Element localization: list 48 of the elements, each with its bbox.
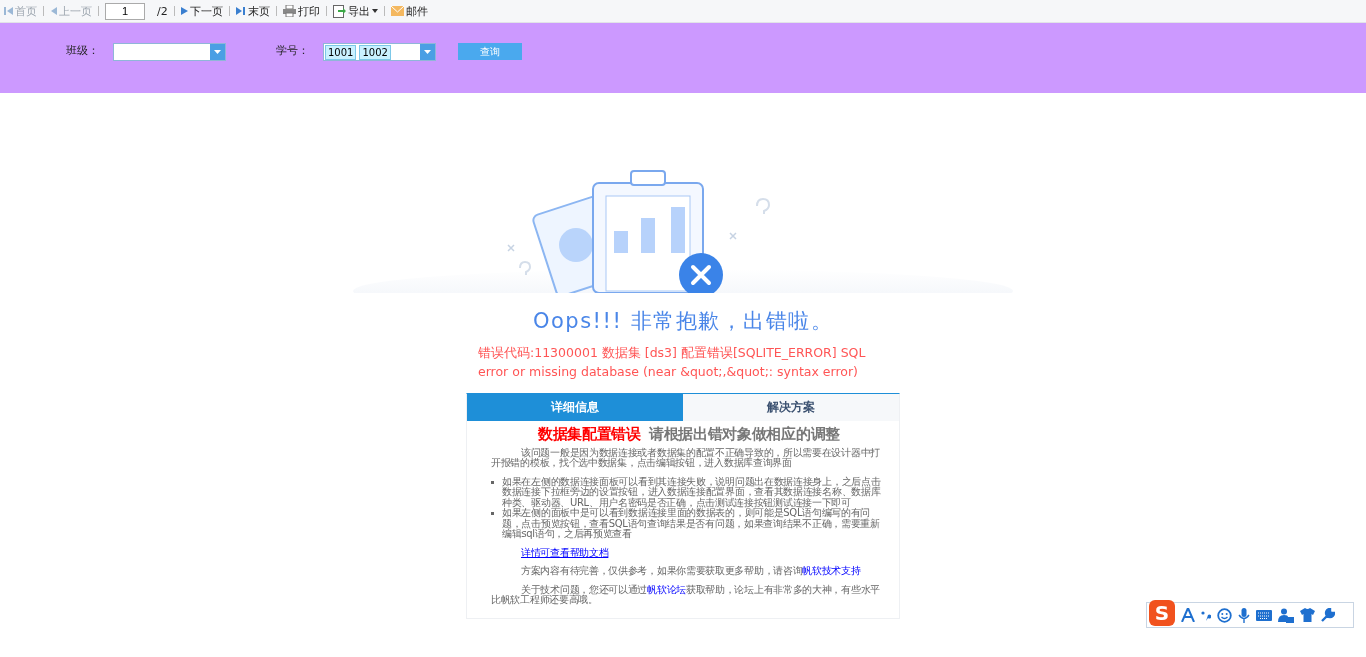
export-icon <box>332 4 346 18</box>
error-subheading: 请根据出错对象做相应的调整 <box>648 425 840 443</box>
id-tag: 1001 <box>325 44 357 60</box>
envelope-icon <box>390 6 404 16</box>
printer-icon <box>282 5 296 17</box>
error-heading: 数据集配置错误 <box>538 425 641 443</box>
tab[interactable]: 解决方案 <box>683 394 899 421</box>
next-icon <box>180 6 188 16</box>
last-page-icon <box>235 6 246 16</box>
punctuation-icon[interactable] <box>1201 609 1211 621</box>
tab[interactable]: 详细信息 <box>467 394 683 421</box>
print-button[interactable]: 打印 <box>282 3 320 19</box>
first-page-icon <box>4 6 13 16</box>
microphone-icon[interactable] <box>1238 607 1250 623</box>
intro-paragraph: 该问题一般是因为数据连接或者数据集的配置不正确导致的，所以需要在设计器中打开报错的模板，找个选中数据集，点击编辑按钮，进入数据库查询界面 <box>491 447 881 469</box>
letter-icon[interactable] <box>1181 608 1195 622</box>
next-button[interactable]: 下一页 <box>180 3 223 19</box>
page-number-field[interactable]: 1 <box>105 2 145 20</box>
class-label: 班级： <box>66 43 99 58</box>
shirt-icon[interactable] <box>1300 608 1315 622</box>
student-id-dropdown[interactable]: 1001 1002 <box>323 43 436 61</box>
error-message: 错误代码:11300001 数据集 [ds3] 配置错误[SQLITE_ERROR] SQL error or missing database (near &quot;,&quot;: syntax error) <box>478 344 867 381</box>
bullet-text: 如果左侧的面板中是可以看到数据连接里面的数据表的，则可能是SQL语句编写的有问题，点击预览按钮，查看SQL语句查询结果是否有问题，如果查询结果不正确，需要重新编辑sql语句，之后再预览查看 <box>502 508 881 540</box>
user-calendar-icon[interactable] <box>1278 607 1294 623</box>
caret-icon <box>214 50 221 54</box>
caret-icon <box>371 9 378 13</box>
previous-icon <box>50 6 57 16</box>
id-tag: 1002 <box>359 44 391 60</box>
support-link[interactable]: 帆软技术支持 <box>802 565 861 576</box>
caret-icon <box>424 50 431 54</box>
export-button[interactable]: 导出 <box>332 3 378 19</box>
forum-link[interactable]: 帆软论坛 <box>647 583 686 595</box>
student-id-label: 学号： <box>276 43 309 58</box>
last-button[interactable]: 末页 <box>235 3 270 19</box>
forum-paragraph: 关于技术问题，您还可以通过帆软论坛获取帮助，论坛上有非常多的大神，有些水平比帆软工程师还要高哦。 <box>491 584 881 606</box>
support-paragraph: 方案内容有待完善，仅供参考，如果你需要获取更多帮助，请咨询帆软技术支持 <box>520 566 862 577</box>
page-total: /2 <box>157 4 168 18</box>
keyboard-icon[interactable] <box>1256 609 1272 621</box>
bullet-icon <box>491 512 494 515</box>
error-title: Oops!!! 非常抱歉，出错啦。 <box>532 308 834 335</box>
mail-button[interactable]: 邮件 <box>390 3 428 19</box>
help-link[interactable]: 详情可查看帮助文档 <box>521 547 609 558</box>
bullet-text: 如果在左侧的数据连接面板可以看到其连接失败，说明问题出在数据连接身上，之后点击数据连接下拉框旁边的设置按钮，进入数据连接配置界面，查看其数据连接名称、数据库种类、驱动器、URL、用户名密码是否正确，点击测试连接按钮测试连接一下即可 <box>502 476 882 508</box>
bullet-icon <box>491 480 494 484</box>
class-dropdown[interactable] <box>113 43 226 61</box>
ime-logo[interactable]: S <box>1149 600 1175 626</box>
wrench-icon[interactable] <box>1321 608 1335 622</box>
smiley-icon[interactable] <box>1217 607 1232 623</box>
